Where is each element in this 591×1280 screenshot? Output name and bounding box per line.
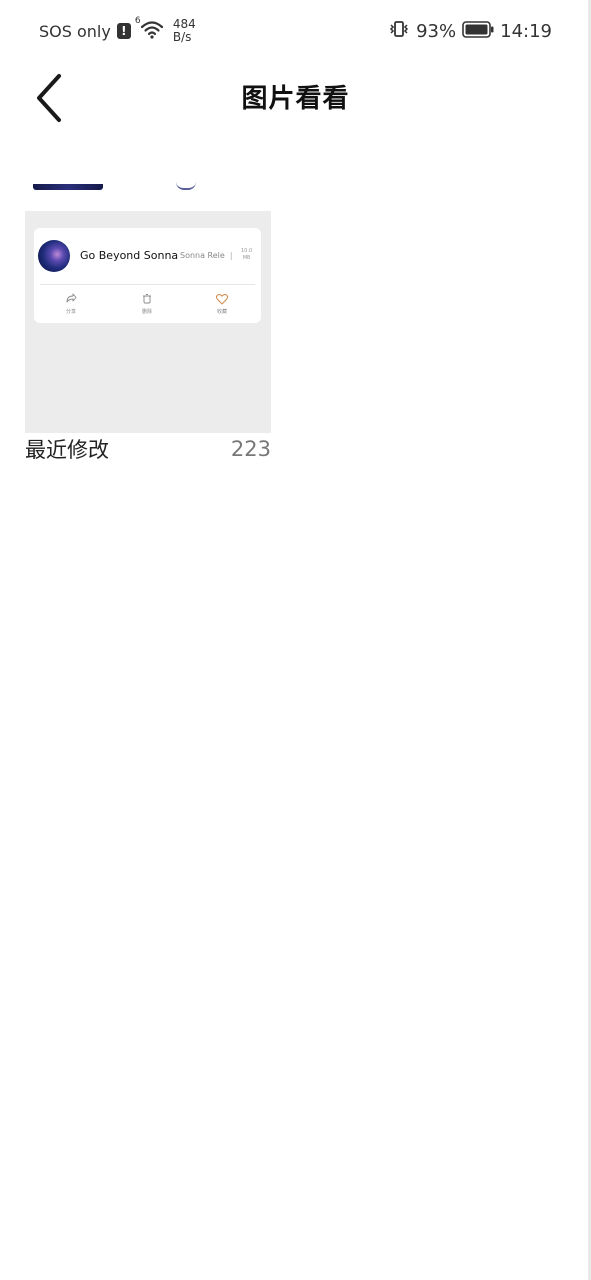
status-bar-left: SOS only ! 6 484 B/s [39, 16, 196, 44]
net-speed-unit: B/s [172, 30, 192, 44]
preview-avatar [38, 240, 70, 272]
battery-icon [462, 20, 494, 43]
app-bar: 图片看看 [0, 66, 591, 130]
album-thumbnail[interactable]: Go Beyond Sonna Sonna Rele| 10.0 MB 分享 [25, 211, 271, 433]
album-name: 最近修改 [25, 438, 109, 462]
preview-action-share: 分享 [51, 292, 91, 315]
scrolled-avatar-edge [176, 182, 196, 190]
preview-divider [40, 284, 255, 285]
vibrate-icon [388, 20, 410, 43]
network-speed: 484 B/s [173, 18, 196, 44]
alert-icon: ! [116, 23, 131, 39]
trash-icon [143, 294, 151, 304]
clock: 14:19 [500, 21, 552, 42]
wifi-gen-label: 6 [134, 16, 141, 26]
preview-subtitle: Sonna Rele | [180, 251, 233, 260]
battery-percent: 93% [416, 21, 457, 42]
album-card[interactable]: Go Beyond Sonna Sonna Rele| 10.0 MB 分享 [25, 211, 271, 465]
page-title: 图片看看 [241, 84, 350, 114]
album-label-row: 最近修改 223 [25, 433, 271, 465]
scrolled-thumbnail-edge [33, 184, 103, 190]
share-icon [66, 293, 77, 303]
preview-title: Go Beyond Sonna [80, 249, 179, 262]
preview-action-delete: 删除 [127, 292, 167, 315]
preview-card: Go Beyond Sonna Sonna Rele| 10.0 MB 分享 [34, 228, 261, 323]
heart-icon [215, 294, 229, 305]
wifi-icon: 6 [134, 16, 165, 43]
preview-size: 10.0 MB [241, 248, 253, 261]
preview-action-favorite: 收藏 [202, 292, 242, 315]
album-count: 223 [230, 437, 271, 461]
carrier-label: SOS only [39, 21, 111, 41]
status-bar: SOS only ! 6 484 B/s 93% 14:19 [0, 0, 591, 66]
status-bar-right: 93% 14:19 [388, 20, 552, 43]
